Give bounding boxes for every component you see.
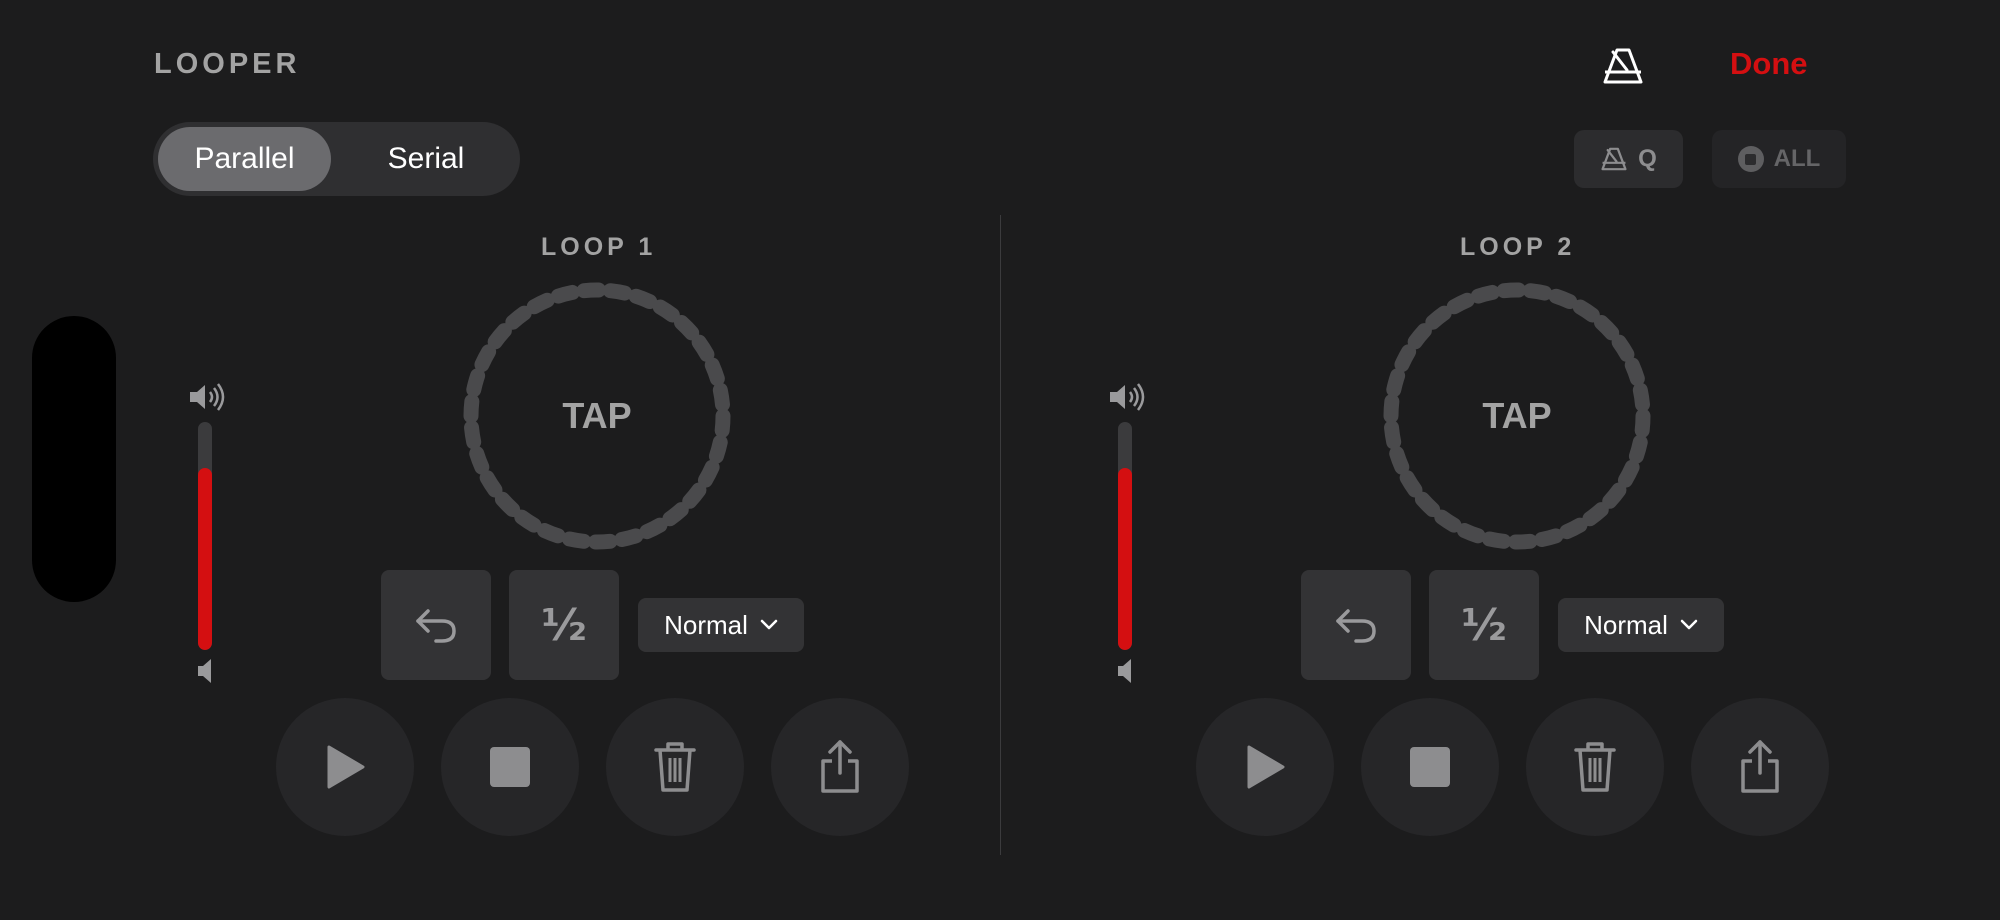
volume-low-icon	[1118, 659, 1131, 683]
tap-button[interactable]	[459, 278, 735, 554]
speed-select[interactable]: Normal	[1558, 598, 1724, 652]
delete-button[interactable]	[606, 698, 744, 836]
share-button[interactable]	[1691, 698, 1829, 836]
volume-high-icon	[190, 383, 225, 411]
volume-level-fill	[198, 467, 212, 650]
delete-button[interactable]	[1526, 698, 1664, 836]
tap-ring	[1383, 282, 1651, 550]
chevron-down-icon	[1680, 619, 1698, 630]
volume-level-fill	[1118, 467, 1132, 650]
volume-high-icon	[1110, 383, 1145, 411]
stop-icon	[490, 747, 530, 787]
loop-title: LOOP 2	[1460, 233, 1576, 261]
undo-button[interactable]	[381, 570, 491, 680]
share-button[interactable]	[771, 698, 909, 836]
play-icon	[327, 745, 365, 789]
half-speed-button[interactable]: ½	[509, 570, 619, 680]
undo-icon	[1336, 609, 1376, 643]
share-icon	[1741, 740, 1779, 793]
trash-icon	[654, 742, 696, 792]
looper-screen: LOOPER Done Parallel Serial Q ALL LOOP 1	[0, 0, 2000, 920]
speed-value: Normal	[1584, 609, 1668, 640]
stop-button[interactable]	[441, 698, 579, 836]
undo-icon	[416, 609, 456, 643]
loop-panel-2: LOOP 2 TAP ½ Normal	[1053, 0, 1973, 920]
undo-button[interactable]	[1301, 570, 1411, 680]
play-icon	[1247, 745, 1285, 789]
tap-ring	[463, 282, 731, 550]
volume-low-icon	[198, 659, 211, 683]
chevron-down-icon	[760, 619, 778, 630]
trash-icon	[1574, 742, 1616, 792]
volume-slider[interactable]	[198, 422, 212, 650]
tap-button[interactable]	[1379, 278, 1655, 554]
half-label: ½	[541, 599, 587, 651]
side-handle[interactable]	[32, 316, 116, 602]
speed-select[interactable]: Normal	[638, 598, 804, 652]
loop-panel-1: LOOP 1 TAP ½ Normal	[133, 0, 1053, 920]
speed-value: Normal	[664, 609, 748, 640]
volume-slider[interactable]	[1118, 422, 1132, 650]
play-button[interactable]	[1196, 698, 1334, 836]
half-label: ½	[1461, 599, 1507, 651]
play-button[interactable]	[276, 698, 414, 836]
share-icon	[821, 740, 859, 793]
half-speed-button[interactable]: ½	[1429, 570, 1539, 680]
stop-button[interactable]	[1361, 698, 1499, 836]
stop-icon	[1410, 747, 1450, 787]
